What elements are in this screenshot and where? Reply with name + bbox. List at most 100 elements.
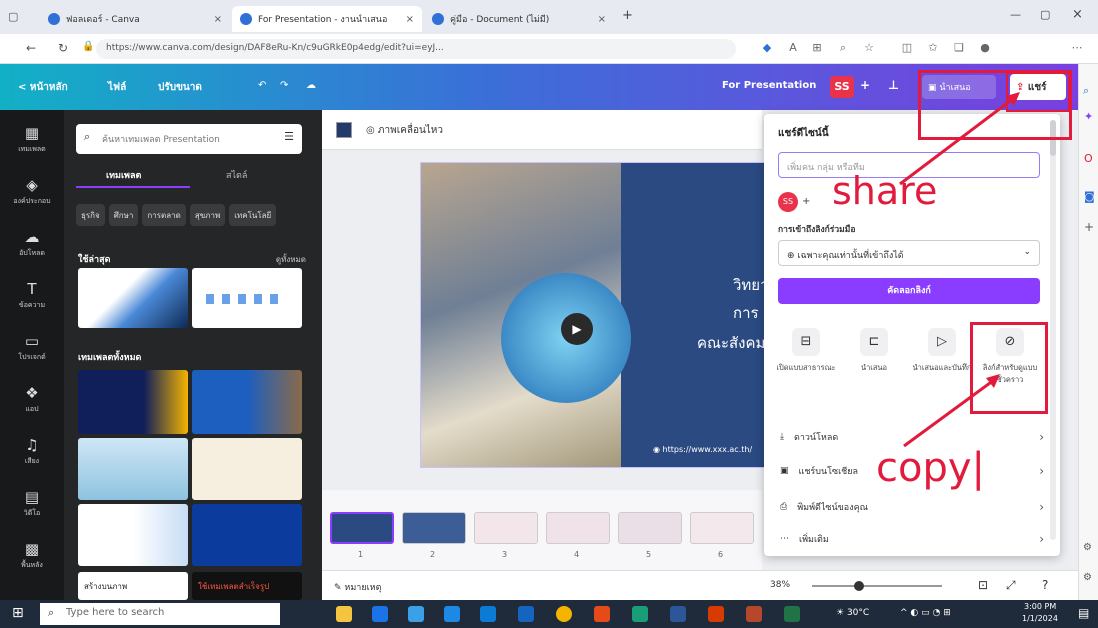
template-thumb[interactable]: สร้างบนภาพ — [78, 572, 188, 600]
taskbar-app-icon[interactable] — [408, 606, 424, 622]
chip[interactable]: ศึกษา — [108, 204, 139, 226]
zoom-slider[interactable] — [812, 585, 942, 587]
more-icon[interactable]: ⋯ — [1070, 41, 1084, 55]
taskbar-app-icon[interactable] — [670, 606, 686, 622]
rail-item-upload[interactable]: ☁ อัปโหลด — [0, 222, 64, 270]
taskbar-app-icon[interactable] — [746, 606, 762, 622]
close-icon[interactable]: × — [598, 14, 606, 25]
copilot-icon[interactable]: ✦ — [1084, 110, 1093, 123]
close-icon[interactable]: × — [406, 14, 414, 25]
taskbar-app-icon[interactable] — [708, 606, 724, 622]
refresh-icon[interactable]: ↻ — [58, 41, 68, 55]
home-link[interactable]: < หน้าหลัก — [18, 80, 68, 95]
collections-icon[interactable]: ❏ — [952, 41, 966, 55]
taskbar-app-icon[interactable] — [480, 606, 496, 622]
close-window-icon[interactable]: × — [1072, 7, 1083, 22]
taskbar-app-icon[interactable] — [518, 606, 534, 622]
window-menu-icon[interactable]: ▢ — [8, 10, 18, 23]
taskbar-app-icon[interactable] — [444, 606, 460, 622]
cloud-save-icon[interactable]: ☁ — [306, 80, 316, 91]
notification-icon[interactable]: ▤ — [1078, 606, 1089, 620]
read-aloud-icon[interactable]: A — [786, 41, 800, 55]
extension-icon[interactable]: ◆ — [760, 41, 774, 55]
share-option-present-record[interactable]: ▷ นำเสนอและบันทึก — [910, 328, 974, 374]
tab-styles[interactable]: สไตล์ — [226, 168, 247, 182]
add-more-icon[interactable]: + — [802, 196, 810, 207]
rail-item-text[interactable]: T ข้อความ — [0, 274, 64, 322]
url-field[interactable]: https://www.canva.com/design/DAF8eRu-Kn/… — [96, 39, 736, 59]
avatar[interactable]: SS — [830, 76, 854, 98]
weather-widget[interactable]: ☀ 30°C — [836, 608, 869, 618]
taskbar-app-icon[interactable] — [336, 606, 352, 622]
recent-template-thumb[interactable] — [192, 268, 302, 328]
rail-item-projects[interactable]: ▭ โปรเจกต์ — [0, 326, 64, 374]
template-thumb[interactable] — [78, 504, 188, 566]
template-thumb[interactable]: ใช้เทมเพลตสำเร็จรูป — [192, 572, 302, 600]
apps-grid-icon[interactable]: ⊞ — [810, 41, 824, 55]
notes-button[interactable]: ✎ หมายเหตุ — [334, 580, 381, 594]
minimize-icon[interactable]: — — [1010, 8, 1021, 21]
system-tray-icons[interactable]: ^ ◐ ▭ ◔ ⊞ — [900, 608, 951, 618]
page-thumb[interactable] — [330, 512, 394, 544]
template-thumb[interactable] — [78, 438, 188, 500]
zoom-icon[interactable]: ⌕ — [836, 41, 850, 55]
add-icon[interactable]: + — [1084, 220, 1094, 234]
sidebar-settings-icon[interactable]: ⚙ — [1083, 542, 1092, 553]
taskbar-app-icon[interactable] — [372, 606, 388, 622]
new-tab-button[interactable]: + — [622, 8, 633, 23]
close-icon[interactable]: × — [214, 14, 222, 25]
see-all-link[interactable]: ดูทั้งหมด — [276, 253, 306, 266]
filter-icon[interactable]: ☰ — [284, 130, 294, 143]
clock-date[interactable]: 1/1/2024 — [1022, 614, 1058, 623]
share-option-public-view[interactable]: ⊟ เปิดแบบสาธารณะ — [774, 328, 838, 374]
search-icon[interactable]: ⌕ — [1083, 84, 1089, 98]
taskbar-app-icon[interactable] — [556, 606, 572, 622]
share-option-present[interactable]: ⊏ นำเสนอ — [842, 328, 906, 374]
chip[interactable]: การตลาด — [142, 204, 186, 226]
fullscreen-icon[interactable]: ⤢ — [1006, 578, 1016, 593]
lock-icon[interactable]: 🔒 — [82, 41, 94, 52]
template-thumb[interactable] — [78, 370, 188, 434]
taskbar-app-icon[interactable] — [594, 606, 610, 622]
chip[interactable]: เทคโนโลยี — [229, 204, 277, 226]
page-thumb[interactable] — [402, 512, 466, 544]
back-icon[interactable]: ← — [26, 41, 36, 55]
slide-canvas[interactable]: ▶ วิทยา การ คณะสังคม ◉ https://www.xxx.a… — [420, 162, 800, 468]
clock-time[interactable]: 3:00 PM — [1024, 602, 1056, 611]
undo-icon[interactable]: ↶ — [258, 80, 266, 91]
rail-item-audio[interactable]: ♫ เสียง — [0, 430, 64, 478]
office-icon[interactable]: O — [1084, 152, 1093, 165]
split-icon[interactable]: ◫ — [900, 41, 914, 55]
template-search-input[interactable]: ⌕ ค้นหาเทมเพลต Presentation ☰ — [76, 124, 302, 154]
file-menu[interactable]: ไฟล์ — [108, 80, 126, 95]
recent-template-thumb[interactable] — [78, 268, 188, 328]
share-row-print[interactable]: ⎙ พิมพ์ดีไซน์ของคุณ › — [780, 496, 1044, 518]
share-row-more[interactable]: ⋯ เพิ่มเติม › — [780, 528, 1044, 550]
browser-tab-1[interactable]: ฟอลเดอร์ - Canva × — [40, 6, 230, 32]
rail-item-apps[interactable]: ❖ แอป — [0, 378, 64, 426]
taskbar-app-icon[interactable] — [784, 606, 800, 622]
template-thumb[interactable] — [192, 438, 302, 500]
star-icon[interactable]: ☆ — [862, 41, 876, 55]
tab-templates[interactable]: เทมเพลต — [106, 168, 141, 182]
access-select[interactable]: ⊕ เฉพาะคุณเท่านั้นที่เข้าถึงได้ ⌄ — [778, 240, 1040, 266]
redo-icon[interactable]: ↷ — [280, 80, 288, 91]
rail-item-video[interactable]: ▤ วิดีโอ — [0, 482, 64, 530]
zoom-slider-handle[interactable] — [854, 581, 864, 591]
page-thumb[interactable] — [546, 512, 610, 544]
animate-button[interactable]: ◎ ภาพเคลื่อนไหว — [366, 123, 443, 138]
avatar[interactable]: SS — [778, 192, 798, 212]
outlook-icon[interactable]: ◙ — [1084, 190, 1095, 203]
gear-icon[interactable]: ⚙ — [1083, 572, 1092, 583]
page-thumb[interactable] — [474, 512, 538, 544]
browser-tab-3[interactable]: คู่มือ - Document (ไม่มี) × — [424, 6, 614, 32]
rail-item-background[interactable]: ▩ พื้นหลัง — [0, 534, 64, 582]
windows-start-icon[interactable]: ⊞ — [12, 605, 24, 621]
help-icon[interactable]: ? — [1042, 578, 1048, 592]
page-thumb[interactable] — [618, 512, 682, 544]
grid-view-icon[interactable]: ⊡ — [978, 578, 988, 592]
rail-item-elements[interactable]: ◈ องค์ประกอบ — [0, 170, 64, 218]
page-thumb[interactable] — [690, 512, 754, 544]
add-collaborator-button[interactable]: + — [860, 78, 870, 92]
resize-menu[interactable]: ปรับขนาด — [158, 80, 202, 95]
